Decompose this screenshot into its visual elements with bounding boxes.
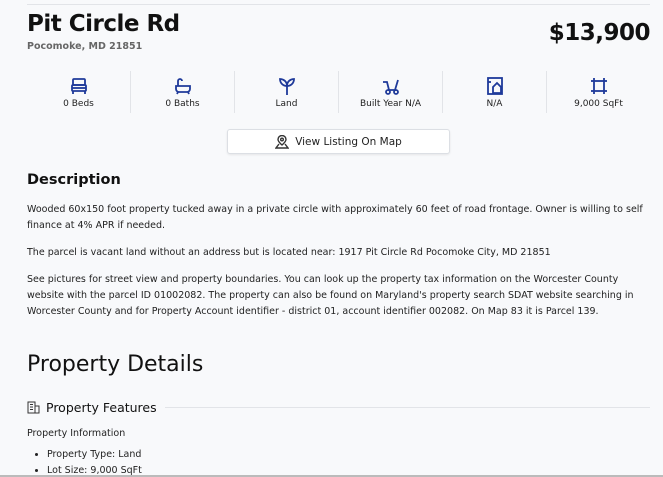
property-info-list: Property Type: Land Lot Size: 9,000 SqFt <box>47 447 142 477</box>
stat-label: 0 Baths <box>165 98 200 109</box>
stat-label: 9,000 SqFt <box>574 98 623 109</box>
property-details-heading: Property Details <box>27 352 204 377</box>
stat-beds: 0 Beds <box>27 71 131 113</box>
stat-baths: 0 Baths <box>131 71 235 113</box>
bath-icon <box>174 77 191 94</box>
stat-label: N/A <box>486 98 503 109</box>
building-icon <box>27 401 40 414</box>
stat-label: Built Year N/A <box>359 98 422 109</box>
list-item: Property Type: Land <box>47 447 142 463</box>
listing-address: Pocomoke, MD 21851 <box>27 41 143 52</box>
listing-page: Pit Circle Rd Pocomoke, MD 21851 $13,900… <box>0 0 663 477</box>
property-info-heading: Property Information <box>27 428 126 439</box>
description-paragraph: See pictures for street view and propert… <box>27 274 634 317</box>
description-paragraph: The parcel is vacant land without an add… <box>27 247 551 258</box>
stat-style: N/A <box>443 71 547 113</box>
description-paragraph: Wooded 60x150 foot property tucked away … <box>27 204 643 231</box>
divider <box>27 4 650 5</box>
stat-type: Land <box>235 71 339 113</box>
description-body: Wooded 60x150 foot property tucked away … <box>27 202 652 331</box>
stat-area: 9,000 SqFt <box>547 71 650 113</box>
stat-label: Land <box>275 98 298 109</box>
house-blueprint-icon <box>486 76 503 95</box>
divider <box>164 407 650 408</box>
bed-icon <box>70 77 87 94</box>
listing-title: Pit Circle Rd <box>27 11 180 37</box>
map-pin-icon <box>275 134 290 149</box>
property-features-heading: Property Features <box>46 400 157 415</box>
listing-price: $13,900 <box>548 20 651 46</box>
area-icon <box>590 77 607 94</box>
wheelbarrow-icon <box>382 79 399 95</box>
plant-icon <box>278 77 295 95</box>
stats-row: 0 Beds 0 Baths Land Built Year N/A N/A 9… <box>27 71 650 113</box>
view-on-map-button[interactable]: View Listing On Map <box>227 129 450 154</box>
stat-label: 0 Beds <box>63 98 94 109</box>
description-heading: Description <box>27 172 121 188</box>
stat-built-year: Built Year N/A <box>339 71 443 113</box>
property-features-header: Property Features <box>27 400 650 415</box>
view-on-map-label: View Listing On Map <box>295 135 402 148</box>
